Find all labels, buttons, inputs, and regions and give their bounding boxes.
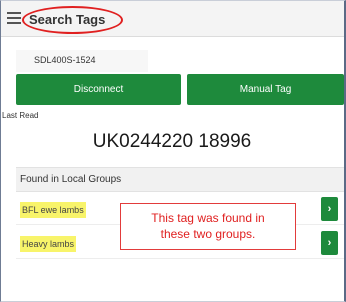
device-id-label: SDL400S-1524 bbox=[16, 50, 148, 72]
last-read-value: UK0244220 18996 bbox=[92, 131, 252, 152]
found-groups-header: Found in Local Groups bbox=[16, 167, 344, 192]
group-label: Heavy lambs bbox=[20, 236, 77, 252]
annotation-callout: This tag was found in these two groups. bbox=[120, 203, 296, 250]
group-label: BFL ewe lambs bbox=[20, 202, 86, 218]
annotation-line-1: This tag was found in bbox=[151, 211, 265, 225]
chevron-right-icon[interactable]: › bbox=[321, 197, 338, 221]
disconnect-button[interactable]: Disconnect bbox=[16, 74, 181, 105]
annotation-line-2: these two groups. bbox=[160, 227, 256, 241]
manual-tag-button[interactable]: Manual Tag bbox=[187, 74, 344, 105]
last-read-label: Last Read bbox=[2, 111, 39, 120]
top-bar: Search Tags bbox=[1, 1, 344, 37]
page-title: Search Tags bbox=[29, 12, 106, 27]
chevron-right-icon[interactable]: › bbox=[321, 231, 338, 255]
hamburger-menu-icon[interactable] bbox=[7, 12, 21, 24]
